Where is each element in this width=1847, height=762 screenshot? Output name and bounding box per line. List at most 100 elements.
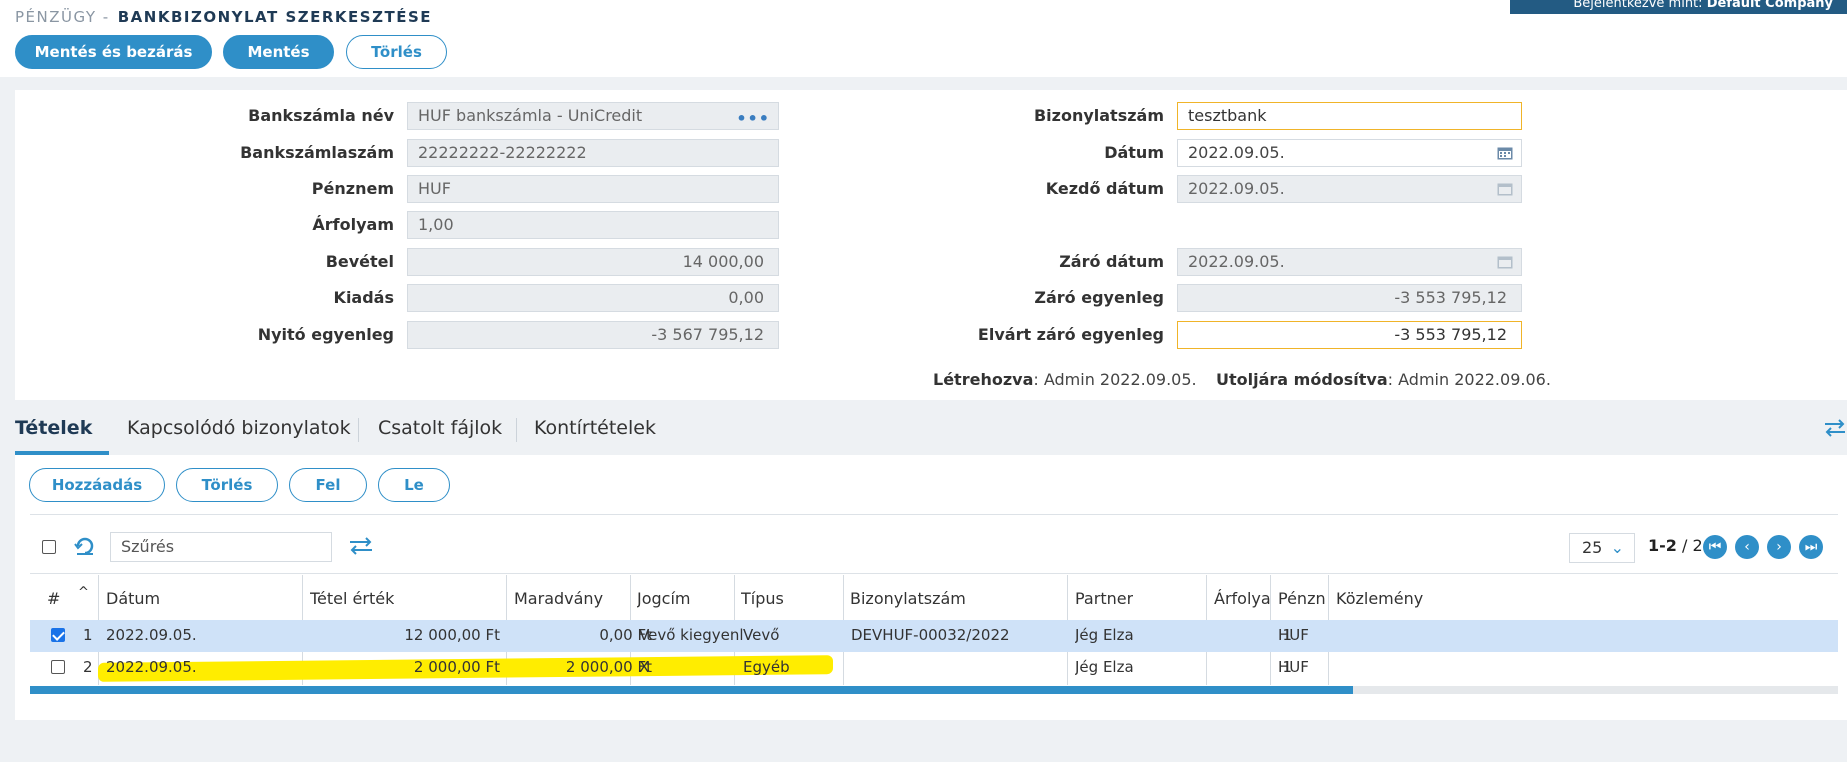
swap-arrows-icon[interactable]	[1823, 418, 1847, 438]
closing-balance-label: Záró egyenleg	[1034, 288, 1164, 307]
col-header-remaining[interactable]: Maradvány	[514, 589, 603, 608]
save-button[interactable]: Mentés	[223, 35, 334, 69]
calendar-icon	[1497, 256, 1513, 269]
row-item-value: 12 000,00 Ft	[404, 626, 500, 644]
tab-accounting-entries[interactable]: Kontírtételek	[534, 417, 656, 455]
exchange-rate-field: 1,00	[407, 211, 779, 239]
delete-button[interactable]: Törlés	[346, 35, 447, 69]
tab-related-documents[interactable]: Kapcsolódó bizonylatok	[127, 417, 351, 455]
sort-up-icon[interactable]: ^	[78, 585, 89, 600]
last-page-icon[interactable]: ⏭	[1799, 535, 1823, 559]
date-value: 2022.09.05.	[1188, 143, 1285, 162]
row-remaining: 0,00 Ft	[599, 626, 652, 644]
modified-value: : Admin 2022.09.06.	[1387, 370, 1551, 389]
horizontal-scrollbar-thumb[interactable]	[30, 686, 1353, 694]
start-date-label: Kezdő dátum	[1045, 179, 1164, 198]
tab-items[interactable]: Tételek	[15, 417, 109, 455]
row-currency: HUF	[1278, 626, 1309, 644]
opening-balance-label: Nyitó egyenleg	[257, 325, 394, 344]
document-number-input[interactable]: tesztbank	[1177, 102, 1522, 130]
created-label: Létrehozva	[933, 370, 1034, 389]
row-index: 1	[83, 626, 93, 644]
table-row[interactable]: 2 2022.09.05. 2 000,00 Ft 2 000,00 Ft X …	[30, 652, 1838, 684]
row-document-number: DEVHUF-00032/2022	[851, 626, 1010, 644]
start-date-value: 2022.09.05.	[1188, 179, 1285, 198]
row-remaining: 2 000,00 Ft	[565, 658, 652, 676]
logged-in-user[interactable]: Default Company	[1707, 0, 1833, 11]
exchange-rate-label: Árfolyam	[312, 215, 394, 234]
save-and-close-button[interactable]: Mentés és bezárás	[15, 35, 212, 69]
col-header-currency[interactable]: Pénzn	[1278, 589, 1330, 608]
prev-page-icon[interactable]: ‹	[1735, 535, 1759, 559]
table-row[interactable]: 1 2022.09.05. 12 000,00 Ft 0,00 Ft Vevő …	[30, 620, 1838, 652]
delete-item-button[interactable]: Törlés	[176, 468, 278, 502]
col-header-partner[interactable]: Partner	[1075, 589, 1133, 608]
chevron-down-icon: ⌄	[1610, 538, 1624, 557]
page-size-value: 25	[1582, 538, 1603, 557]
created-value: : Admin 2022.09.05.	[1033, 370, 1197, 389]
top-bar: PÉNZÜGY - BANKBIZONYLAT SZERKESZTÉSE Beje…	[0, 0, 1847, 77]
next-page-icon[interactable]: ›	[1767, 535, 1791, 559]
document-number-label: Bizonylatszám	[1033, 106, 1164, 125]
column-settings-icon[interactable]	[348, 536, 374, 556]
bank-account-number-label: Bankszámlaszám	[240, 143, 394, 162]
bank-account-number-field: 22222222-22222222	[407, 139, 779, 167]
col-header-title[interactable]: Jogcím	[637, 589, 691, 608]
start-date-field: 2022.09.05.	[1177, 175, 1522, 203]
pagination-current: 1-2	[1648, 536, 1677, 555]
closing-balance-field: -3 553 795,12	[1177, 284, 1522, 312]
income-label: Bevétel	[325, 252, 394, 271]
calendar-icon[interactable]	[1497, 146, 1513, 160]
created-info: Létrehozva: Admin 2022.09.05.	[933, 370, 1197, 389]
currency-field: HUF	[407, 175, 779, 203]
end-date-field: 2022.09.05.	[1177, 248, 1522, 276]
row-item-value: 2 000,00 Ft	[413, 658, 500, 676]
col-header-date[interactable]: Dátum	[106, 589, 160, 608]
more-dots-icon[interactable]: •••	[736, 106, 770, 129]
expected-closing-balance-label: Elvárt záró egyenleg	[977, 325, 1164, 344]
row-type: Vevő	[743, 626, 780, 644]
bank-account-name-label: Bankszámla név	[248, 106, 394, 125]
tab-separator	[358, 418, 359, 442]
page-size-select[interactable]: 25 ⌄	[1569, 533, 1635, 563]
document-form	[15, 90, 1847, 400]
move-up-button[interactable]: Fel	[289, 468, 367, 502]
col-header-rate[interactable]: Árfolya	[1214, 589, 1272, 608]
row-checkbox[interactable]	[51, 628, 65, 642]
row-date: 2022.09.05.	[106, 626, 197, 644]
col-header-item-value[interactable]: Tétel érték	[310, 589, 394, 608]
bank-account-name-value: HUF bankszámla - UniCredit	[418, 106, 643, 125]
date-label: Dátum	[1104, 143, 1164, 162]
bank-account-name-field[interactable]: HUF bankszámla - UniCredit •••	[407, 102, 779, 130]
tab-attached-files[interactable]: Csatolt fájlok	[378, 417, 502, 455]
calendar-icon	[1497, 183, 1513, 196]
tab-separator	[516, 418, 517, 442]
end-date-label: Záró dátum	[1059, 252, 1164, 271]
logged-in-prefix: Bejelentkezve mint:	[1573, 0, 1703, 11]
col-header-type[interactable]: Típus	[741, 589, 784, 608]
currency-label: Pénznem	[311, 179, 394, 198]
row-currency: HUF	[1278, 658, 1309, 676]
move-down-button[interactable]: Le	[378, 468, 450, 502]
add-item-button[interactable]: Hozzáadás	[29, 468, 165, 502]
pagination-info: 1-2 / 2	[1648, 536, 1703, 555]
row-index: 2	[83, 658, 93, 676]
row-partner: Jég Elza	[1075, 658, 1134, 676]
row-checkbox[interactable]	[51, 660, 65, 674]
row-type: Egyéb	[743, 658, 790, 676]
date-input[interactable]: 2022.09.05.	[1177, 139, 1522, 167]
logged-in-banner: Bejelentkezve mint: Default Company	[1510, 0, 1847, 14]
refresh-icon[interactable]	[74, 536, 96, 556]
col-header-document-number[interactable]: Bizonylatszám	[850, 589, 966, 608]
breadcrumb-module[interactable]: PÉNZÜGY -	[15, 8, 110, 26]
filter-input[interactable]: Szűrés	[110, 532, 332, 562]
select-all-checkbox[interactable]	[42, 540, 56, 554]
expected-closing-balance-input[interactable]: -3 553 795,12	[1177, 321, 1522, 349]
divider	[30, 514, 1838, 515]
first-page-icon[interactable]: ⏮	[1703, 535, 1727, 559]
row-partner: Jég Elza	[1075, 626, 1134, 644]
pagination-total: / 2	[1682, 536, 1703, 555]
col-header-note[interactable]: Közlemény	[1336, 589, 1423, 608]
col-header-index: #	[47, 589, 61, 608]
income-field: 14 000,00	[407, 248, 779, 276]
